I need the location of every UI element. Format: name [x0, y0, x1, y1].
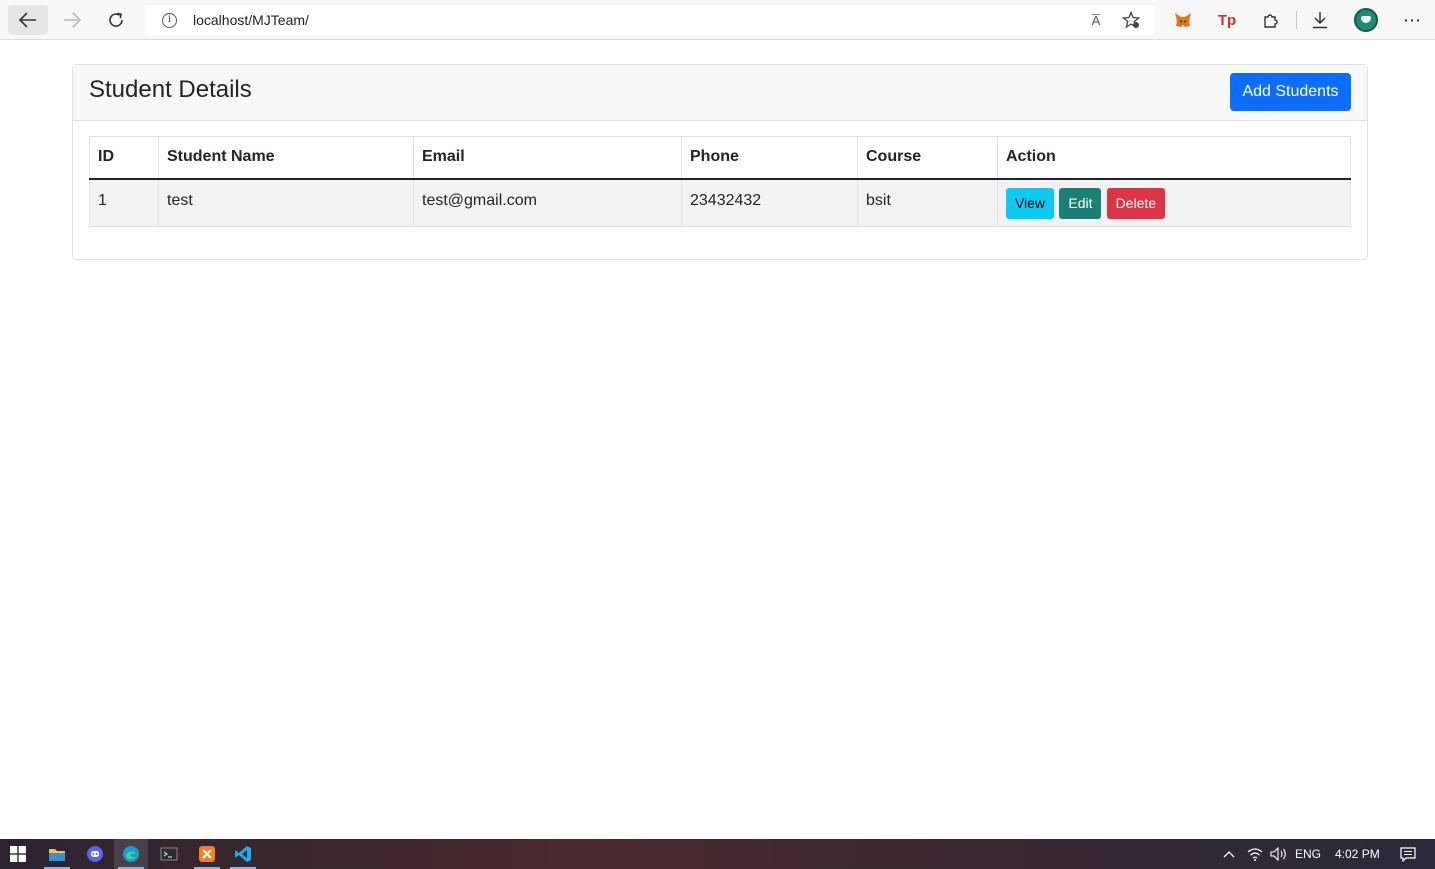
column-header-id: ID: [89, 136, 159, 180]
cell-id: 1: [89, 178, 159, 227]
add-students-button[interactable]: Add Students: [1230, 73, 1351, 111]
address-bar[interactable]: i localhost/MJTeam/ A̅: [145, 5, 1155, 35]
browser-toolbar: i localhost/MJTeam/ A̅ Tp ⋯: [0, 0, 1435, 40]
more-label: ⋯: [1403, 9, 1421, 30]
taskbar-edge[interactable]: [114, 839, 148, 869]
delete-button[interactable]: Delete: [1106, 187, 1165, 219]
network-wifi-icon[interactable]: [1244, 839, 1266, 869]
card-header: Student Details Add Students: [73, 65, 1367, 121]
student-details-card: Student Details Add Students ID Student …: [72, 64, 1368, 260]
windows-logo-icon: [10, 846, 26, 862]
table-header-row: ID Student Name Email Phone Course Actio…: [89, 136, 1351, 180]
edit-button[interactable]: Edit: [1059, 187, 1102, 219]
page-title: Student Details: [89, 76, 252, 103]
vscode-icon: [235, 846, 251, 862]
url-text[interactable]: localhost/MJTeam/: [193, 12, 309, 28]
info-icon[interactable]: i: [162, 13, 177, 28]
toolbar-divider: [1296, 11, 1297, 29]
start-button[interactable]: [0, 839, 36, 869]
extensions-puzzle-icon[interactable]: [1259, 8, 1283, 32]
column-header-course: Course: [857, 136, 998, 180]
cell-student-name: test: [158, 178, 414, 227]
folder-icon: [49, 848, 65, 861]
download-icon[interactable]: [1308, 8, 1332, 32]
read-aloud-label: A̅: [1091, 12, 1101, 28]
taskbar-file-explorer[interactable]: [40, 839, 74, 869]
table-row: 1 test test@gmail.com 23432432 bsit View…: [89, 178, 1351, 227]
language-indicator[interactable]: ENG: [1295, 847, 1321, 861]
taskbar-terminal[interactable]: [152, 839, 186, 869]
taskbar-discord[interactable]: [78, 839, 112, 869]
show-hidden-icons-chevron-icon[interactable]: [1218, 839, 1240, 869]
column-header-action: Action: [997, 136, 1351, 180]
tp-label: Tp: [1217, 11, 1237, 29]
students-table: ID Student Name Email Phone Course Actio…: [89, 136, 1351, 227]
cell-phone: 23432432: [681, 178, 858, 227]
xampp-icon: [199, 846, 215, 862]
cell-actions: View Edit Delete: [997, 178, 1351, 227]
discord-icon: [87, 846, 103, 862]
metamask-extension-icon[interactable]: [1171, 8, 1195, 32]
notifications-icon[interactable]: [1395, 839, 1421, 869]
refresh-icon: [109, 12, 123, 27]
terminal-icon: [160, 847, 178, 861]
back-button[interactable]: [8, 5, 48, 35]
volume-speaker-icon[interactable]: [1268, 839, 1290, 869]
more-menu-icon[interactable]: ⋯: [1400, 8, 1424, 32]
taskbar-vscode[interactable]: [226, 839, 260, 869]
cell-course: bsit: [857, 178, 998, 227]
forward-button[interactable]: [52, 5, 92, 35]
clock-time[interactable]: 4:02 PM: [1335, 847, 1380, 861]
forward-arrow-icon: [64, 12, 81, 28]
tp-extension-icon[interactable]: Tp: [1215, 8, 1239, 32]
column-header-phone: Phone: [681, 136, 858, 180]
favorite-star-icon[interactable]: [1120, 10, 1142, 30]
view-button[interactable]: View: [1006, 187, 1054, 219]
read-aloud-icon[interactable]: A̅: [1085, 10, 1107, 30]
taskbar-xampp[interactable]: [190, 839, 224, 869]
cell-email: test@gmail.com: [413, 178, 682, 227]
back-arrow-icon: [19, 12, 36, 28]
edge-browser-icon: [123, 846, 139, 862]
column-header-email: Email: [413, 136, 682, 180]
column-header-student-name: Student Name: [158, 136, 414, 180]
windows-taskbar: ENG 4:02 PM: [0, 839, 1435, 869]
refresh-button[interactable]: [96, 5, 136, 35]
profile-avatar-icon[interactable]: [1354, 8, 1378, 32]
